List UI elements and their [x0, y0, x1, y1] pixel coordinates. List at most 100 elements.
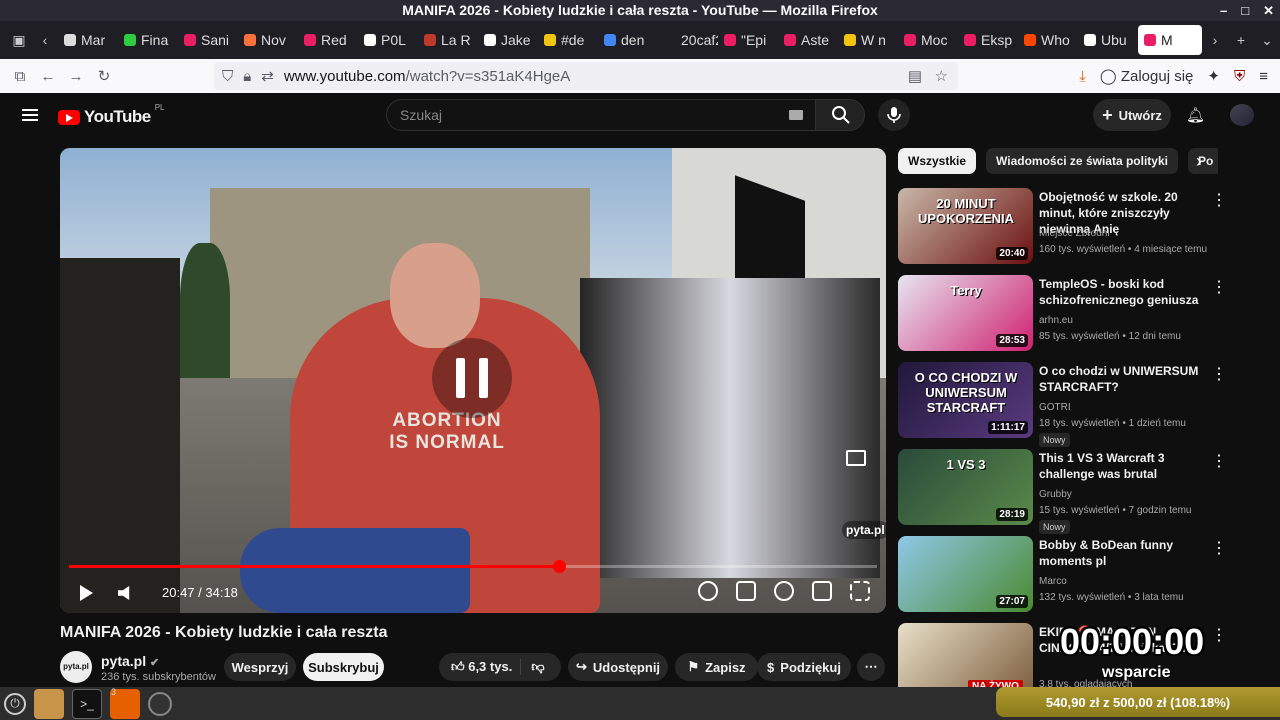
reader-icon[interactable]: ▤	[908, 67, 922, 85]
more-vertical-icon[interactable]: ⋮	[1211, 451, 1227, 471]
save-button[interactable]: ⚑ Zapisz	[675, 653, 758, 681]
sidebar-icon[interactable]: ⧉	[6, 68, 34, 85]
play-icon[interactable]	[80, 585, 93, 601]
youtube-logo[interactable]: YouTube PL	[58, 103, 165, 127]
progress-bar[interactable]	[69, 560, 877, 573]
recommendation-item[interactable]: 20 MINUT UPOKORZENIA 20:40 Obojętność w sz…	[898, 188, 1228, 275]
more-vertical-icon[interactable]: ⋮	[1211, 538, 1227, 558]
chips-next-icon[interactable]: ›	[1196, 151, 1202, 172]
support-button[interactable]: Wesprzyj	[224, 653, 296, 681]
recommendation-channel[interactable]: arhn.eu	[1039, 315, 1073, 326]
recommendation-title[interactable]: This 1 VS 3 Warcraft 3 challenge was bru…	[1039, 450, 1204, 482]
minimize-icon[interactable]: –	[1220, 0, 1227, 21]
recommendation-channel[interactable]: Miejsce Zbrodni	[1039, 228, 1110, 239]
tab-1[interactable]: Fina	[118, 25, 178, 55]
tab-18[interactable]: M	[1138, 25, 1202, 55]
video-thumbnail[interactable]: Terry 28:53	[898, 275, 1033, 351]
video-thumbnail[interactable]: O CO CHODZI W UNIWERSUM STARCRAFT 1:11:17	[898, 362, 1033, 438]
subscribe-button[interactable]: Subskrybuj	[303, 653, 384, 681]
recommendation-item[interactable]: O CO CHODZI W UNIWERSUM STARCRAFT 1:11:17…	[898, 362, 1228, 449]
miniplayer-icon[interactable]	[846, 450, 866, 466]
tab-2[interactable]: Sani	[178, 25, 238, 55]
tab-3[interactable]: Nov	[238, 25, 298, 55]
autoplay-toggle-icon[interactable]	[698, 581, 718, 601]
share-button[interactable]: ↪ Udostępnij	[568, 653, 668, 681]
download-icon[interactable]: ⤓	[1079, 68, 1086, 85]
url-bar[interactable]: ⛉ 🔒︎ ⇄ www.youtube.com/watch?v=s351aK4Hg…	[214, 62, 958, 90]
tab-0[interactable]: Mar	[58, 25, 118, 55]
more-vertical-icon[interactable]: ⋮	[1211, 277, 1227, 297]
recommendation-title[interactable]: TempleOS - boski kod schizofrenicznego g…	[1039, 276, 1204, 308]
reload-icon[interactable]: ↻	[90, 67, 118, 85]
tab-6[interactable]: La R	[418, 25, 478, 55]
create-button[interactable]: + Utwórz	[1093, 99, 1171, 131]
volume-icon[interactable]	[118, 586, 130, 600]
ublock-icon[interactable]: ⛨	[1234, 68, 1245, 85]
recommendation-channel[interactable]: Marco	[1039, 576, 1067, 587]
notifications-bell-icon[interactable]: 🔔︎	[1186, 106, 1205, 124]
tab-list-icon[interactable]: ▣	[6, 32, 32, 49]
settings-gear-icon[interactable]	[774, 581, 794, 601]
recommendation-item[interactable]: Terry 28:53 TempleOS - boski kod schizofre…	[898, 275, 1228, 362]
scrubber-knob[interactable]	[552, 560, 566, 573]
filter-chip[interactable]: Po	[1187, 148, 1218, 174]
bookmark-star-icon[interactable]: ☆	[935, 67, 948, 85]
channel-watermark[interactable]: pyta.pl	[842, 521, 886, 539]
tab-8[interactable]: #de	[538, 25, 598, 55]
shield-icon[interactable]: ⛉	[222, 68, 233, 85]
recommendation-title[interactable]: Bobby & BoDean funny moments pl	[1039, 537, 1204, 569]
tab-15[interactable]: Eksp	[958, 25, 1018, 55]
recommendation-item[interactable]: 27:07 Bobby & BoDean funny moments pl Marc…	[898, 536, 1228, 623]
search-button[interactable]	[815, 99, 865, 131]
video-thumbnail[interactable]: 27:07	[898, 536, 1033, 612]
guide-menu-icon[interactable]	[22, 109, 38, 121]
new-tab-icon[interactable]: +	[1228, 32, 1254, 48]
forward-icon[interactable]: →	[62, 68, 90, 85]
filter-chip[interactable]: Wszystkie	[898, 148, 977, 174]
tab-16[interactable]: Who	[1018, 25, 1078, 55]
search-input[interactable]: Szukaj	[386, 99, 816, 131]
tabs-scroll-right-icon[interactable]: ›	[1202, 32, 1228, 48]
recommendation-channel[interactable]: Grubby	[1039, 489, 1072, 500]
tab-4[interactable]: Red	[298, 25, 358, 55]
tab-10[interactable]: 20caf2	[658, 25, 718, 55]
channel-avatar[interactable]: pyta.pl	[60, 651, 92, 683]
account-button[interactable]: ◯ Zaloguj się	[1100, 67, 1194, 85]
video-thumbnail[interactable]: 20 MINUT UPOKORZENIA 20:40	[898, 188, 1033, 264]
like-button[interactable]: 👍︎ 6,3 tys.	[451, 659, 512, 675]
close-icon[interactable]: ✕	[1263, 0, 1274, 21]
tab-14[interactable]: Moc	[898, 25, 958, 55]
more-vertical-icon[interactable]: ⋮	[1211, 625, 1227, 645]
recommendation-title[interactable]: O co chodzi w UNIWERSUM STARCRAFT?	[1039, 363, 1204, 395]
more-actions-button[interactable]: ⋯	[857, 653, 885, 681]
lock-icon[interactable]: 🔒︎	[243, 68, 251, 85]
permissions-icon[interactable]: ⇄	[261, 67, 274, 85]
all-tabs-icon[interactable]: ⌄	[1254, 32, 1280, 49]
thanks-button[interactable]: $ Podziękuj	[757, 653, 851, 681]
tab-9[interactable]: den	[598, 25, 658, 55]
recommendation-item[interactable]: 1 VS 3 28:19 This 1 VS 3 Warcraft 3 challe…	[898, 449, 1228, 536]
voice-search-button[interactable]	[878, 99, 910, 131]
tab-12[interactable]: Aste	[778, 25, 838, 55]
menu-icon[interactable]: ≡	[1259, 68, 1268, 85]
file-manager-icon[interactable]	[34, 688, 64, 719]
big-pause-icon[interactable]	[432, 338, 512, 418]
fullscreen-icon[interactable]	[850, 581, 870, 601]
filter-chip[interactable]: Wiadomości ze świata polityki	[986, 148, 1178, 174]
terminal-icon[interactable]: >_	[72, 688, 102, 719]
maximize-icon[interactable]: □	[1241, 0, 1249, 21]
subtitles-icon[interactable]	[736, 581, 756, 601]
video-thumbnail[interactable]: 1 VS 3 28:19	[898, 449, 1033, 525]
tab-5[interactable]: P0L	[358, 25, 418, 55]
user-avatar[interactable]	[1230, 104, 1254, 126]
video-player[interactable]: ABORTION IS NORMAL pyta.pl 20:47 / 34:18	[60, 148, 886, 613]
theater-mode-icon[interactable]	[812, 581, 832, 601]
dislike-button[interactable]: 👎︎	[520, 659, 545, 675]
tab-17[interactable]: Ubu	[1078, 25, 1138, 55]
more-vertical-icon[interactable]: ⋮	[1211, 190, 1227, 210]
tab-13[interactable]: W n	[838, 25, 898, 55]
recommendation-channel[interactable]: GOTRI	[1039, 402, 1071, 413]
extensions-icon[interactable]: ✦	[1207, 67, 1220, 85]
obs-icon[interactable]	[148, 691, 172, 716]
channel-name[interactable]: pyta.pl ✔	[101, 653, 159, 669]
